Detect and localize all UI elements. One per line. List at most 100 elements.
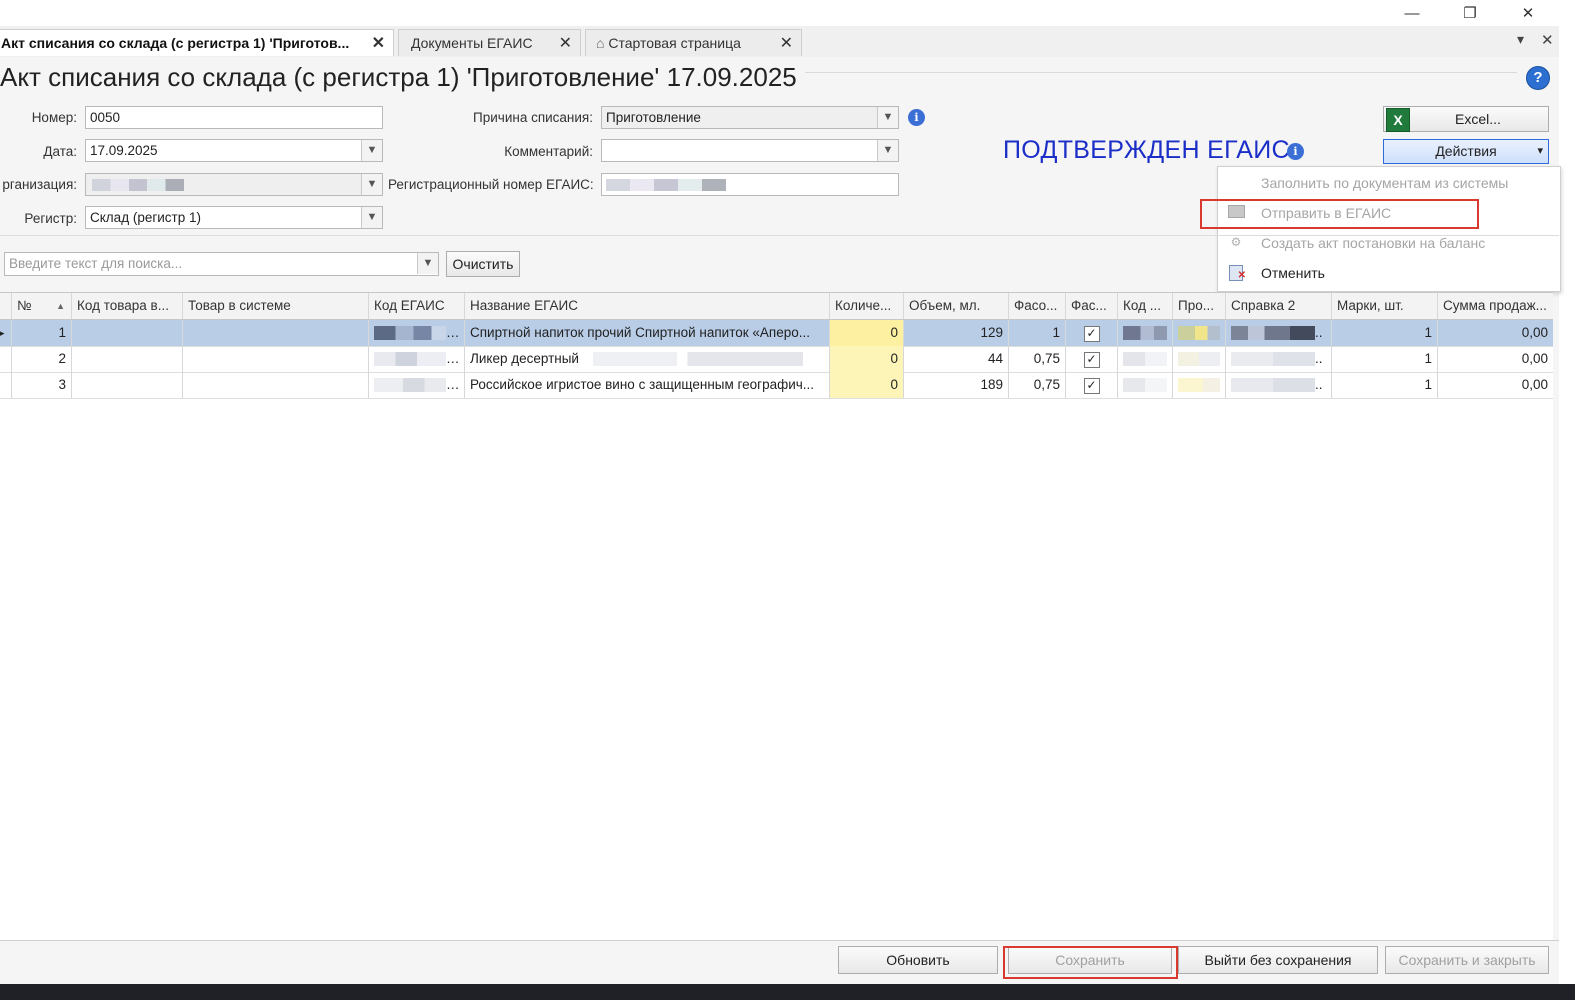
chevron-down-icon[interactable]: ▼	[361, 207, 382, 228]
chevron-down-icon[interactable]: ▼	[417, 253, 438, 274]
clear-button[interactable]: Очистить	[446, 251, 520, 277]
cell-system-product	[183, 346, 369, 372]
menu-item-label: Заполнить по документам из системы	[1261, 175, 1509, 191]
number-field[interactable]: 0050	[85, 106, 383, 129]
cell-quantity[interactable]: 0	[830, 346, 904, 372]
column-header-sales-sum[interactable]: Сумма продаж...	[1438, 293, 1553, 319]
egais-name-text: Ликер десертный	[470, 351, 579, 366]
cell-stamps: 1	[1332, 320, 1438, 346]
cell-system-product	[183, 372, 369, 398]
sort-ascending-icon: ▲	[56, 301, 65, 311]
table-row[interactable]: 2 … Ликер десертный 0 44 0,75 ✓ .. 1 0,0…	[0, 346, 1553, 373]
checkbox[interactable]: ✓	[1083, 352, 1100, 368]
cell-producer	[1173, 372, 1226, 398]
comment-label: Комментарий:	[504, 144, 593, 159]
column-header-certificate-2[interactable]: Справка 2	[1226, 293, 1332, 319]
menu-item-create-balance-act[interactable]: ⚙ Создать акт постановки на баланс	[1218, 228, 1558, 258]
chevron-down-icon[interactable]: ▼	[877, 107, 898, 128]
egais-reg-number-label: Регистрационный номер ЕГАИС:	[388, 177, 594, 192]
window-titlebar: — ❐ ✕	[0, 0, 1575, 26]
close-tab-icon[interactable]: ✕	[372, 30, 385, 56]
cell-product-code	[72, 346, 183, 372]
egais-status-text: ПОДТВЕРЖДЕН ЕГАИС	[1003, 136, 1290, 164]
row-indicator-header	[0, 293, 12, 319]
cell-packaged: ✓	[1066, 346, 1118, 372]
table-row[interactable]: 3 … Российское игристое вино с защищенны…	[0, 372, 1553, 399]
cancel-document-icon: ✕	[1228, 265, 1246, 281]
checkbox[interactable]: ✓	[1083, 326, 1100, 342]
close-tab-icon[interactable]: ✕	[780, 30, 793, 56]
row-indicator	[0, 346, 12, 372]
chevron-down-icon[interactable]: ▼	[361, 140, 382, 161]
refresh-button[interactable]: Обновить	[838, 946, 998, 974]
column-header-code[interactable]: Код ...	[1118, 293, 1173, 319]
menu-item-fill-from-documents[interactable]: Заполнить по документам из системы	[1218, 168, 1558, 198]
section-divider	[0, 235, 1559, 236]
search-input[interactable]: Введите текст для поиска... ▼	[4, 252, 439, 276]
info-icon[interactable]: i	[908, 109, 925, 126]
menu-item-cancel[interactable]: ✕ Отменить	[1218, 258, 1558, 288]
menu-item-label: Отменить	[1261, 265, 1325, 281]
cell-quantity[interactable]: 0	[830, 320, 904, 346]
redacted-value	[92, 179, 184, 192]
egais-status: ПОДТВЕРЖДЕН ЕГАИС	[1003, 136, 1290, 165]
cell-sales-sum: 0,00	[1521, 351, 1548, 366]
cell-egais-code: …	[369, 320, 465, 346]
actions-button[interactable]: Действия ▾	[1383, 139, 1549, 164]
reason-value: Приготовление	[606, 110, 701, 125]
status-info-icon[interactable]: i	[1287, 143, 1304, 160]
column-header-system-product[interactable]: Товар в системе	[183, 293, 369, 319]
column-header-egais-code[interactable]: Код ЕГАИС	[369, 293, 465, 319]
checkbox[interactable]: ✓	[1083, 378, 1100, 394]
chevron-down-icon[interactable]: ▼	[877, 140, 898, 161]
window-edge	[1559, 26, 1575, 984]
tab-egais-documents[interactable]: Документы ЕГАИС ✕	[398, 29, 581, 56]
cell-packaged: ✓	[1066, 320, 1118, 346]
chevron-down-icon[interactable]: ▼	[361, 174, 382, 195]
search-placeholder: Введите текст для поиска...	[9, 256, 183, 271]
exit-without-saving-button[interactable]: Выйти без сохранения	[1178, 946, 1378, 974]
minimize-icon[interactable]: —	[1389, 0, 1435, 26]
save-and-close-button[interactable]: Сохранить и закрыть	[1385, 946, 1549, 974]
highlight-save	[1003, 946, 1178, 979]
column-header-volume[interactable]: Объем, мл.	[904, 293, 1009, 319]
cell-code	[1118, 320, 1173, 346]
column-header-packaging[interactable]: Фасо...	[1009, 293, 1066, 319]
actions-label: Действия	[1435, 143, 1497, 159]
tabs-dropdown-icon[interactable]: ▾	[1517, 31, 1524, 48]
cell-product-code	[72, 372, 183, 398]
column-header-number[interactable]: № ▲	[12, 293, 72, 319]
column-header-stamps[interactable]: Марки, шт.	[1332, 293, 1438, 319]
tab-write-off-act[interactable]: Акт списания со склада (с регистра 1) 'П…	[0, 29, 394, 56]
excel-icon: X	[1386, 108, 1410, 132]
page-title: Акт списания со склада (с регистра 1) 'П…	[0, 62, 797, 92]
column-header-producer[interactable]: Про...	[1173, 293, 1226, 319]
tab-label: Документы ЕГАИС	[411, 35, 533, 51]
register-field[interactable]: Склад (регистр 1) ▼	[85, 206, 383, 229]
column-header-product-code[interactable]: Код товара в...	[72, 293, 183, 319]
help-icon[interactable]: ?	[1526, 66, 1550, 90]
close-window-icon[interactable]: ✕	[1505, 0, 1551, 26]
table-row[interactable]: ▸ 1 … Спиртной напиток прочий Спиртной н…	[0, 320, 1553, 347]
maximize-icon[interactable]: ❐	[1447, 0, 1493, 26]
cell-egais-name: Российское игристое вино с защищенным ге…	[465, 372, 830, 398]
menu-item-label: Создать акт постановки на баланс	[1261, 235, 1486, 251]
comment-field[interactable]: ▼	[601, 139, 899, 162]
row-indicator	[0, 372, 12, 398]
number-label: Номер:	[31, 110, 77, 125]
column-header-quantity[interactable]: Количе...	[830, 293, 904, 319]
cell-packaging: 0,75	[1009, 372, 1066, 398]
cell-quantity[interactable]: 0	[830, 372, 904, 398]
close-all-tabs-icon[interactable]: ✕	[1541, 31, 1554, 49]
table-header: № ▲ Код товара в... Товар в системе Код …	[0, 293, 1553, 320]
egais-reg-number-field[interactable]	[601, 173, 899, 196]
organization-field[interactable]: ▼	[85, 173, 383, 196]
tab-start-page[interactable]: ⌂ Стартовая страница ✕	[585, 29, 802, 56]
date-field[interactable]: 17.09.2025 ▼	[85, 139, 383, 162]
home-icon: ⌂	[596, 35, 605, 51]
column-header-egais-name[interactable]: Название ЕГАИС	[465, 293, 830, 319]
reason-field[interactable]: Приготовление ▼	[601, 106, 899, 129]
taskbar	[0, 984, 1575, 1000]
column-header-packaged[interactable]: Фас...	[1066, 293, 1118, 319]
close-tab-icon[interactable]: ✕	[559, 30, 572, 56]
